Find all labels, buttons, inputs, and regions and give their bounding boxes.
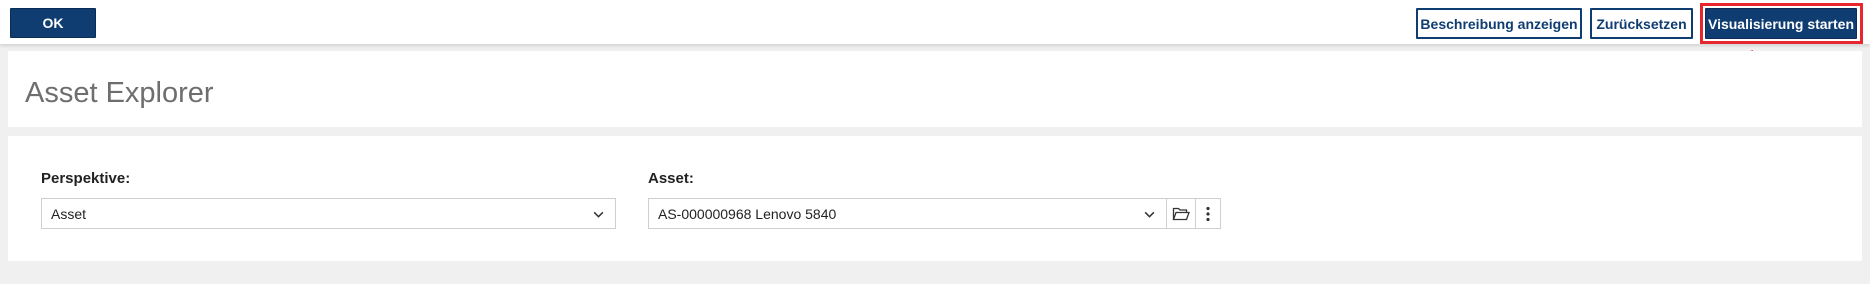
page-footer-area	[0, 270, 1870, 284]
top-toolbar: OK Beschreibung anzeigen Zurücksetzen Vi…	[0, 0, 1870, 44]
perspective-label: Perspektive:	[41, 170, 131, 187]
ok-button[interactable]: OK	[10, 8, 96, 38]
chevron-down-icon	[1144, 211, 1155, 218]
folder-open-icon	[1172, 207, 1190, 220]
more-options-button[interactable]	[1195, 198, 1221, 229]
more-vertical-icon	[1206, 206, 1210, 221]
highlight-box	[1700, 3, 1863, 44]
open-folder-button[interactable]	[1166, 198, 1196, 229]
page-title: Asset Explorer	[25, 77, 214, 109]
reset-button[interactable]: Zurücksetzen	[1590, 8, 1693, 39]
chevron-down-icon	[593, 211, 604, 218]
form-panel: Perspektive: Asset Asset: AS-000000968 L…	[8, 136, 1862, 261]
asset-value: AS-000000968 Lenovo 5840	[658, 205, 837, 222]
asset-select[interactable]: AS-000000968 Lenovo 5840	[648, 198, 1167, 229]
show-description-button[interactable]: Beschreibung anzeigen	[1416, 8, 1582, 39]
title-panel: Asset Explorer	[8, 51, 1862, 127]
asset-label: Asset:	[648, 170, 694, 187]
perspective-value: Asset	[51, 205, 87, 222]
perspective-select[interactable]: Asset	[41, 198, 616, 229]
